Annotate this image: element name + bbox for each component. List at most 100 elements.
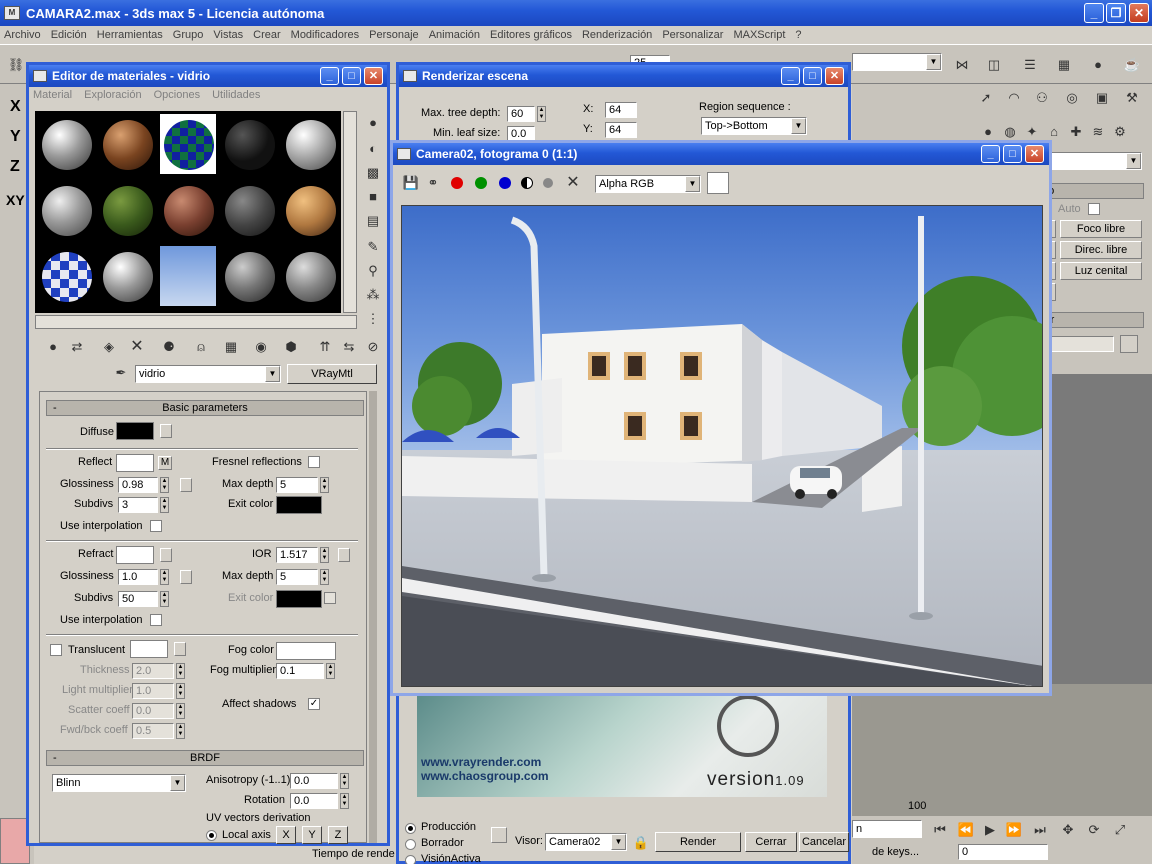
reflect-interpolation-checkbox[interactable]: [150, 520, 162, 532]
production-radio[interactable]: [405, 823, 416, 834]
axis-y-label[interactable]: Y: [10, 128, 21, 146]
save-bitmap-icon[interactable]: 💾: [401, 173, 421, 193]
set-keys-label[interactable]: de keys...: [872, 846, 919, 858]
render-button[interactable]: Render: [655, 832, 741, 852]
app-menu-item[interactable]: Personaje: [369, 29, 419, 41]
sample-slot[interactable]: [159, 179, 217, 241]
green-channel-icon[interactable]: [475, 177, 487, 189]
max-tree-depth-spinner[interactable]: ▲ ▼: [537, 106, 546, 122]
align-icon[interactable]: ◫: [984, 55, 1004, 75]
axis-z-button[interactable]: Z: [328, 826, 348, 844]
make-preview-icon[interactable]: ✎: [363, 237, 383, 257]
app-menu-item[interactable]: Crear: [253, 29, 281, 41]
sample-slot[interactable]: [281, 113, 339, 175]
activeshade-radio[interactable]: [405, 855, 416, 864]
reflect-max-depth-spinner[interactable]: ▲ ▼: [320, 477, 329, 493]
mtl-minimize-button[interactable]: _: [320, 67, 339, 85]
axis-xy-label[interactable]: XY: [6, 192, 25, 208]
close-render-button[interactable]: Cerrar: [745, 832, 797, 852]
display-icon[interactable]: ▣: [1092, 88, 1112, 108]
select-arrow-icon[interactable]: ➚: [976, 88, 996, 108]
mtl-menu-material[interactable]: Material: [33, 89, 72, 105]
refract-color-swatch[interactable]: [116, 546, 154, 564]
cameras-icon[interactable]: ⌂: [1044, 122, 1064, 142]
sample-slot[interactable]: [37, 245, 95, 307]
app-menu-item[interactable]: Editores gráficos: [490, 29, 572, 41]
frame-close-button[interactable]: ✕: [1025, 145, 1044, 163]
free-spot-button[interactable]: Foco libre: [1060, 220, 1142, 238]
shapes-icon[interactable]: ◍: [1000, 122, 1020, 142]
brdf-rollup[interactable]: - BRDF: [46, 750, 364, 766]
sample-slot[interactable]: [220, 179, 278, 241]
ior-field[interactable]: 1.517: [276, 547, 318, 563]
mtl-maximize-button[interactable]: □: [342, 67, 361, 85]
zoom-extents-icon[interactable]: ✥: [1058, 820, 1078, 840]
rendered-image[interactable]: [401, 205, 1043, 687]
lock-icon[interactable]: 🔒: [631, 833, 651, 853]
translucent-checkbox[interactable]: [50, 644, 62, 656]
basic-parameters-rollup[interactable]: - Basic parameters: [46, 400, 364, 416]
go-end-icon[interactable]: ⏭: [1030, 820, 1050, 840]
utilities-hammer-icon[interactable]: ⚒: [1122, 88, 1142, 108]
material-name-dropdown[interactable]: vidrio ▼: [135, 365, 281, 383]
parameters-scrollbar[interactable]: [369, 391, 377, 843]
anisotropy-field[interactable]: 0.0: [290, 773, 338, 789]
diffuse-map-button[interactable]: [160, 424, 172, 438]
ior-map-button[interactable]: [338, 548, 350, 562]
reset-map-icon[interactable]: ✕: [127, 337, 147, 357]
make-unique-icon[interactable]: ⚈: [159, 337, 179, 357]
sample-slot[interactable]: [37, 179, 95, 241]
scatter-coeff-field[interactable]: 0.0: [132, 703, 174, 719]
fog-color-swatch[interactable]: [276, 642, 336, 660]
render-maximize-button[interactable]: □: [803, 67, 822, 85]
fog-multiplier-spinner[interactable]: ▲ ▼: [326, 663, 335, 679]
glossiness-map-button[interactable]: [180, 478, 192, 492]
sample-slot[interactable]: [37, 113, 95, 175]
maximize-viewport-icon[interactable]: ⤢: [1110, 820, 1130, 840]
select-link-icon[interactable]: ⛓: [6, 55, 26, 75]
app-menu-item[interactable]: Vistas: [213, 29, 243, 41]
autogrid-checkbox[interactable]: [1088, 203, 1100, 215]
sample-slot[interactable]: [98, 113, 156, 175]
color-swatch[interactable]: [707, 172, 729, 194]
refract-max-depth-field[interactable]: 5: [276, 569, 318, 585]
sample-type-icon[interactable]: ●: [363, 113, 383, 133]
fwd-bck-coeff-field[interactable]: 0.5: [132, 723, 174, 739]
monochrome-icon[interactable]: [543, 178, 553, 188]
fresnel-checkbox[interactable]: [308, 456, 320, 468]
render-minimize-button[interactable]: _: [781, 67, 800, 85]
translucent-color-swatch[interactable]: [130, 640, 168, 658]
alpha-channel-icon[interactable]: [521, 177, 533, 189]
reflect-map-button[interactable]: M: [158, 456, 172, 470]
reflect-glossiness-field[interactable]: 0.98: [118, 477, 158, 493]
thickness-field[interactable]: 2.0: [132, 663, 174, 679]
frame-maximize-button[interactable]: □: [1003, 145, 1022, 163]
red-channel-icon[interactable]: [451, 177, 463, 189]
reflect-max-depth-field[interactable]: 5: [276, 477, 318, 493]
sample-slot[interactable]: [98, 245, 156, 307]
current-frame-field[interactable]: 0: [958, 844, 1048, 860]
light-multiplier-spinner[interactable]: ▲ ▼: [176, 683, 185, 699]
reflect-exit-color-swatch[interactable]: [276, 496, 322, 514]
material-type-button[interactable]: VRayMtl: [287, 364, 377, 384]
region-sequence-dropdown[interactable]: Top->Bottom ▼: [701, 117, 807, 135]
material-editor-icon[interactable]: ●: [1088, 55, 1108, 75]
refract-interpolation-checkbox[interactable]: [150, 614, 162, 626]
anisotropy-spinner[interactable]: ▲ ▼: [340, 773, 349, 789]
app-menu-item[interactable]: Edición: [51, 29, 87, 41]
reflect-color-swatch[interactable]: [116, 454, 154, 472]
options-icon[interactable]: ⚲: [363, 261, 383, 281]
track-view-icon[interactable]: ☰: [1020, 55, 1040, 75]
app-menu-item[interactable]: Archivo: [4, 29, 41, 41]
mirror-icon[interactable]: ⋈: [952, 55, 972, 75]
go-forward-sibling-icon[interactable]: ⇆: [339, 337, 359, 357]
refract-max-depth-spinner[interactable]: ▲ ▼: [320, 569, 329, 585]
prev-frame-icon[interactable]: ⏪: [956, 820, 976, 840]
reflect-glossiness-spinner[interactable]: ▲ ▼: [160, 477, 169, 493]
slots-vertical-scrollbar[interactable]: [343, 111, 357, 313]
fwd-bck-coeff-spinner[interactable]: ▲ ▼: [176, 723, 185, 739]
app-menu-item[interactable]: Grupo: [173, 29, 204, 41]
spacewarps-icon[interactable]: ≋: [1088, 122, 1108, 142]
rotation-spinner[interactable]: ▲ ▼: [340, 793, 349, 809]
axis-x-button[interactable]: X: [276, 826, 296, 844]
